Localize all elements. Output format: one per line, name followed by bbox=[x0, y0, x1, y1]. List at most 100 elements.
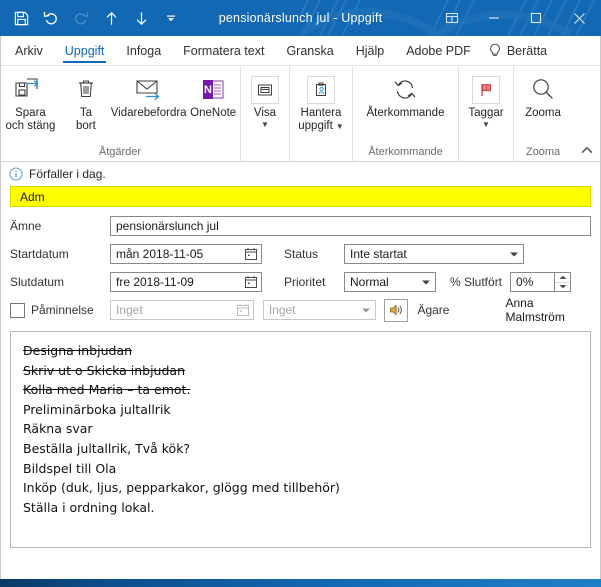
recurrence-icon bbox=[390, 73, 420, 107]
onenote-button[interactable]: N OneNote bbox=[186, 71, 240, 120]
window-controls[interactable] bbox=[431, 0, 601, 36]
svg-text:N: N bbox=[204, 84, 212, 96]
tab-arkiv[interactable]: Arkiv bbox=[4, 36, 54, 65]
close-icon[interactable] bbox=[557, 0, 601, 36]
customize-quick-access-icon[interactable] bbox=[156, 3, 186, 33]
tab-infoga[interactable]: Infoga bbox=[115, 36, 172, 65]
reminder-sound-button[interactable] bbox=[384, 298, 409, 322]
forward-icon bbox=[132, 73, 166, 107]
maximize-icon[interactable] bbox=[515, 0, 557, 36]
ribbon-group-zooma: Zooma Zooma bbox=[513, 66, 572, 161]
forward-button[interactable]: Vidarebefordra bbox=[110, 71, 187, 120]
note-line: Bildspel till Ola bbox=[23, 460, 117, 476]
chevron-down-icon[interactable]: ▼ bbox=[336, 123, 344, 131]
tab-label: Arkiv bbox=[15, 43, 43, 58]
quick-access-toolbar[interactable] bbox=[0, 3, 186, 33]
status-select[interactable]: Inte startat bbox=[344, 244, 524, 264]
window-bottom-edge bbox=[0, 579, 601, 587]
tags-button[interactable]: Taggar ▼ bbox=[461, 71, 511, 129]
window-border-left bbox=[0, 36, 1, 579]
button-label-line2: bort bbox=[75, 120, 96, 132]
start-date-row: Startdatum mån 2018-11-05 Status Inte st… bbox=[10, 241, 591, 267]
save-icon[interactable] bbox=[6, 3, 36, 33]
recurrence-button[interactable]: Återkommande bbox=[362, 71, 450, 120]
percent-complete-input[interactable]: 0% bbox=[510, 272, 555, 292]
tab-formatera-text[interactable]: Formatera text bbox=[172, 36, 275, 65]
owner-value: Anna Malmström bbox=[505, 296, 565, 324]
calendar-icon[interactable] bbox=[243, 274, 259, 290]
delete-button[interactable]: Ta bort bbox=[61, 71, 111, 133]
calendar-icon[interactable] bbox=[243, 246, 259, 262]
tab-hjalp[interactable]: Hjälp bbox=[345, 36, 396, 65]
note-line: Inköp (duk, ljus, pepparkakor, glögg med… bbox=[23, 480, 340, 496]
start-date-value: mån 2018-11-05 bbox=[116, 247, 204, 261]
tab-label: Granska bbox=[286, 43, 334, 58]
ribbon-group-label bbox=[459, 158, 513, 161]
chevron-up-icon[interactable] bbox=[579, 142, 595, 158]
button-label-line1: OneNote bbox=[190, 107, 237, 119]
save-and-close-button[interactable]: Spara och stäng bbox=[0, 71, 61, 133]
ribbon-display-options-icon[interactable] bbox=[431, 0, 473, 36]
sound-icon bbox=[390, 304, 402, 316]
priority-select[interactable]: Normal bbox=[344, 272, 436, 292]
minimize-icon[interactable] bbox=[473, 0, 515, 36]
due-date-input[interactable]: fre 2018-11-09 bbox=[110, 272, 262, 292]
undo-icon[interactable] bbox=[36, 3, 66, 33]
tell-me-box[interactable]: Berätta bbox=[482, 36, 558, 65]
show-button[interactable]: Visa ▼ bbox=[240, 71, 290, 129]
tab-adobe-pdf[interactable]: Adobe PDF bbox=[395, 36, 482, 65]
reminder-time-select[interactable]: Inget bbox=[262, 300, 377, 320]
zoom-button[interactable]: Zooma bbox=[518, 71, 568, 120]
subject-value: pensionärslunch jul bbox=[116, 219, 219, 233]
redo-icon[interactable] bbox=[66, 3, 96, 33]
percent-complete-label: % Slutfört bbox=[450, 275, 503, 289]
ribbon-group-hantera-uppgift: Hantera uppgift ▼ bbox=[289, 66, 352, 161]
manage-task-button[interactable]: Hantera uppgift ▼ bbox=[293, 71, 348, 133]
reminder-checkbox[interactable] bbox=[10, 302, 25, 318]
ribbon-group-aterkommande: Återkommande Återkommande bbox=[352, 66, 458, 161]
tab-granska[interactable]: Granska bbox=[275, 36, 344, 65]
next-item-icon[interactable] bbox=[126, 3, 156, 33]
ribbon-group-atgarder: Spara och stäng Ta bort Vidarebefordra N… bbox=[0, 66, 240, 161]
onenote-icon: N bbox=[199, 73, 227, 107]
button-label-line2: och stäng bbox=[5, 120, 56, 132]
note-line: Räkna svar bbox=[23, 421, 93, 437]
start-date-input[interactable]: mån 2018-11-05 bbox=[110, 244, 262, 264]
category-bar[interactable]: Adm bbox=[10, 186, 591, 207]
note-line: Designa inbjudan bbox=[23, 343, 133, 358]
owner-label: Ägare bbox=[417, 303, 450, 317]
title-bar[interactable]: pensionärslunch jul - Uppgift bbox=[0, 0, 601, 36]
reminder-row: Påminnelse Inget Inget Ägare Anna Malmst… bbox=[10, 296, 591, 324]
ribbon-group-label: Åtgärder bbox=[98, 146, 142, 158]
lightbulb-icon bbox=[489, 43, 500, 56]
ribbon-group-taggar: Taggar ▼ bbox=[458, 66, 513, 161]
chevron-down-icon[interactable]: ▼ bbox=[261, 121, 269, 129]
chevron-down-icon[interactable] bbox=[359, 307, 373, 314]
spinner-up-icon[interactable] bbox=[555, 273, 570, 282]
button-label-line1: Hantera bbox=[300, 107, 342, 119]
note-line: Ställa i ordning lokal. bbox=[23, 499, 155, 515]
ribbon-tabs[interactable]: Arkiv Uppgift Infoga Formatera text Gran… bbox=[0, 36, 601, 66]
due-date-row: Slutdatum fre 2018-11-09 Prioritet Norma… bbox=[10, 269, 591, 295]
tab-uppgift[interactable]: Uppgift bbox=[54, 36, 116, 65]
reminder-date-input[interactable]: Inget bbox=[110, 300, 254, 320]
chevron-down-icon[interactable] bbox=[419, 279, 433, 286]
percent-complete-spinner[interactable] bbox=[554, 272, 572, 292]
note-line: Preliminärboka jultallrik bbox=[23, 401, 171, 417]
reminder-label: Påminnelse bbox=[31, 303, 94, 317]
button-label-line1: Återkommande bbox=[366, 107, 445, 119]
subject-input[interactable]: pensionärslunch jul bbox=[110, 216, 591, 236]
calendar-icon[interactable] bbox=[235, 302, 251, 318]
status-label: Status bbox=[284, 247, 319, 261]
info-icon bbox=[9, 167, 23, 181]
previous-item-icon[interactable] bbox=[96, 3, 126, 33]
chevron-down-icon[interactable]: ▼ bbox=[482, 121, 490, 129]
manage-task-icon-box bbox=[306, 73, 335, 107]
task-notes-body[interactable]: Designa inbjudan Skriv ut o Skicka inbju… bbox=[10, 331, 591, 548]
show-icon-box bbox=[251, 73, 279, 107]
ribbon[interactable]: Spara och stäng Ta bort Vidarebefordra N… bbox=[0, 66, 601, 162]
chevron-down-icon[interactable] bbox=[507, 251, 521, 258]
tab-label: Adobe PDF bbox=[406, 43, 471, 58]
spinner-down-icon[interactable] bbox=[555, 281, 571, 292]
button-label-line1: Vidarebefordra bbox=[110, 107, 187, 119]
